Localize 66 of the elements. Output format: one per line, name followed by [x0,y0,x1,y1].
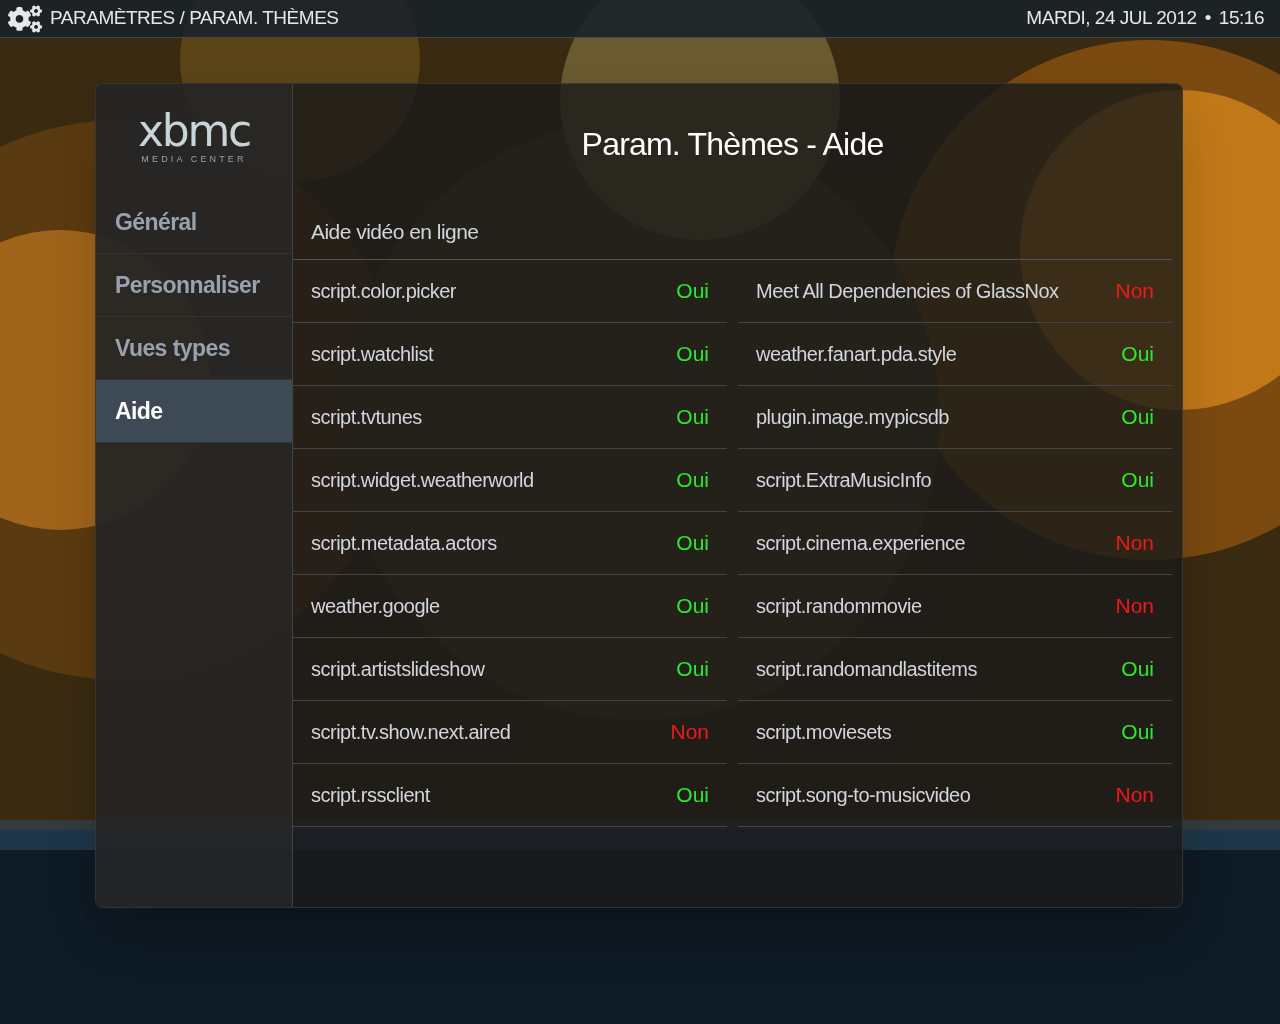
breadcrumb: PARAMÈTRES / PARAM. THÈMES [50,6,339,31]
addon-name: script.randomandlastitems [756,657,977,682]
addon-name: weather.fanart.pda.style [756,342,957,367]
addon-status: Oui [676,341,709,368]
addon-name: script.color.picker [311,279,456,304]
addon-status: Non [1115,530,1154,557]
addon-status: Oui [676,278,709,305]
addon-name: script.artistslideshow [311,657,485,682]
addon-row[interactable]: script.artistslideshow Oui [293,638,727,701]
addon-name: Meet All Dependencies of GlassNox [756,279,1059,304]
addon-name: plugin.image.mypicsdb [756,405,949,430]
addon-status: Oui [676,593,709,620]
addon-name: script.metadata.actors [311,531,497,556]
addon-name: weather.google [311,594,440,619]
addon-row[interactable]: script.widget.weatherworld Oui [293,449,727,512]
section-header: Aide vidéo en ligne [293,204,1172,260]
addon-row[interactable]: plugin.image.mypicsdb Oui [738,386,1172,449]
addon-status: Oui [676,530,709,557]
logo-wordmark: xbmc [137,108,251,153]
addon-name: script.rssclient [311,783,430,808]
addon-status: Oui [1121,467,1154,494]
addon-status: Oui [1121,719,1154,746]
addon-row[interactable]: Meet All Dependencies of GlassNox Non [738,260,1172,323]
sidebar-item[interactable]: Personnaliser [96,254,292,317]
addon-name: script.tvtunes [311,405,422,430]
addon-status: Oui [1121,656,1154,683]
addon-row[interactable]: script.song-to-musicvideo Non [738,764,1172,827]
addon-status: Oui [676,782,709,809]
addon-row[interactable]: script.randomandlastitems Oui [738,638,1172,701]
logo-tagline: MEDIA CENTER [141,152,247,166]
addon-row[interactable]: weather.google Oui [293,575,727,638]
addon-row[interactable]: script.moviesets Oui [738,701,1172,764]
addon-status: Oui [676,467,709,494]
addon-name: script.tv.show.next.aired [311,720,511,745]
addon-status: Oui [676,404,709,431]
addon-name: script.cinema.experience [756,531,966,556]
addon-name: script.widget.weatherworld [311,468,534,493]
addon-status: Non [1115,278,1154,305]
addon-name: script.watchlist [311,342,434,367]
addon-name: script.moviesets [756,720,892,745]
addon-status: Oui [1121,404,1154,431]
settings-icon [8,4,42,33]
sidebar-item[interactable]: Général [96,191,292,254]
addon-status: Non [1115,593,1154,620]
addon-row[interactable]: script.rssclient Oui [293,764,727,827]
separator: • [1204,6,1211,31]
addon-row[interactable]: script.tvtunes Oui [293,386,727,449]
date: MARDI, 24 JUL 2012 [1026,6,1197,31]
addon-name: script.song-to-musicvideo [756,783,971,808]
addon-row[interactable]: script.tv.show.next.aired Non [293,701,727,764]
page-title: Param. Thèmes - Aide [581,125,884,164]
addon-row[interactable]: script.watchlist Oui [293,323,727,386]
time: 15:16 [1218,6,1264,31]
addon-status: Oui [1121,341,1154,368]
addon-status: Non [670,719,709,746]
addon-row[interactable]: script.randommovie Non [738,575,1172,638]
addon-row[interactable]: script.metadata.actors Oui [293,512,727,575]
addon-status: Oui [676,656,709,683]
addon-row[interactable]: weather.fanart.pda.style Oui [738,323,1172,386]
addon-row[interactable]: script.color.picker Oui [293,260,727,323]
addon-row[interactable]: script.cinema.experience Non [738,512,1172,575]
addon-name: script.ExtraMusicInfo [756,468,932,493]
addon-status: Non [1115,782,1154,809]
addon-row[interactable]: script.ExtraMusicInfo Oui [738,449,1172,512]
addon-name: script.randommovie [756,594,922,619]
sidebar-item[interactable]: Aide [96,380,292,443]
